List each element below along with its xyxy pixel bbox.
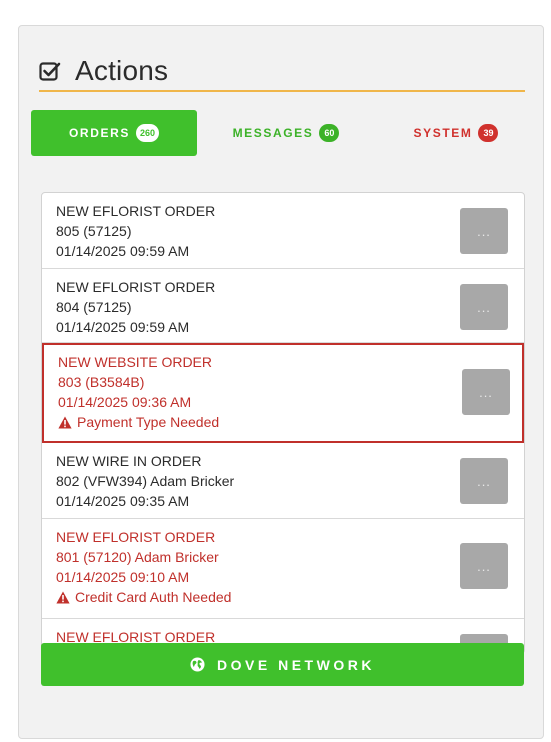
dove-network-button[interactable]: DOVE NETWORK [41, 643, 524, 686]
actions-panel: Actions ORDERS 260 MESSAGES 60 SYSTEM 39… [18, 25, 544, 739]
order-datetime: 01/14/2025 09:35 AM [56, 493, 190, 509]
order-row[interactable]: NEW EFLORIST ORDER 805 (57125) 01/14/202… [42, 193, 524, 269]
order-menu-button[interactable]: ... [460, 284, 508, 330]
tab-orders-count-badge: 260 [135, 124, 159, 142]
orders-list[interactable]: NEW EFLORIST ORDER 805 (57125) 01/14/202… [41, 192, 525, 654]
order-ref: 802 (VFW394) Adam Bricker [56, 473, 235, 489]
order-warning: Payment Type Needed [58, 412, 219, 432]
order-details: NEW EFLORIST ORDER 801 (57120) Adam Bric… [56, 527, 231, 607]
order-row[interactable]: NEW EFLORIST ORDER 804 (57125) 01/14/202… [42, 269, 524, 343]
order-title: NEW EFLORIST ORDER [56, 279, 216, 295]
order-details: NEW EFLORIST ORDER 804 (57125) 01/14/202… [56, 277, 215, 337]
action-tabs: ORDERS 260 MESSAGES 60 SYSTEM 39 [31, 110, 531, 156]
tab-orders[interactable]: ORDERS 260 [31, 110, 197, 156]
order-warning-text: Payment Type Needed [77, 414, 220, 430]
globe-icon [190, 657, 205, 672]
order-title: NEW EFLORIST ORDER [56, 203, 216, 219]
warning-icon [58, 416, 72, 428]
order-ref: 804 (57125) [56, 299, 132, 315]
order-menu-button[interactable]: ... [462, 369, 510, 415]
dove-network-label: DOVE NETWORK [217, 656, 375, 673]
order-ref: 803 (B3584B) [58, 374, 145, 390]
order-details: NEW EFLORIST ORDER 805 (57125) 01/14/202… [56, 201, 215, 261]
header-divider [39, 90, 525, 92]
warning-icon [56, 591, 70, 603]
tab-system[interactable]: SYSTEM 39 [381, 110, 531, 156]
panel-header: Actions [39, 54, 168, 88]
order-title: NEW EFLORIST ORDER [56, 529, 216, 545]
order-menu-button[interactable]: ... [460, 208, 508, 254]
tab-system-label: SYSTEM [413, 126, 473, 140]
order-menu-button[interactable]: ... [460, 543, 508, 589]
order-title: NEW WIRE IN ORDER [56, 453, 202, 469]
checkbox-checked-icon [39, 62, 61, 81]
order-row-selected[interactable]: NEW WEBSITE ORDER 803 (B3584B) 01/14/202… [42, 343, 524, 443]
tab-orders-label: ORDERS [69, 126, 130, 140]
tab-system-count-badge: 39 [478, 124, 499, 142]
order-warning-text: Credit Card Auth Needed [75, 589, 232, 605]
tab-messages-label: MESSAGES [232, 126, 314, 140]
order-details: NEW WIRE IN ORDER 802 (VFW394) Adam Bric… [56, 451, 234, 511]
order-ref: 801 (57120) Adam Bricker [56, 549, 219, 565]
order-menu-button[interactable]: ... [460, 458, 508, 504]
order-row[interactable]: NEW WIRE IN ORDER 802 (VFW394) Adam Bric… [42, 443, 524, 519]
order-row[interactable]: NEW EFLORIST ORDER 801 (57120) Adam Bric… [42, 519, 524, 619]
order-details: NEW WEBSITE ORDER 803 (B3584B) 01/14/202… [58, 352, 219, 432]
order-datetime: 01/14/2025 09:10 AM [56, 569, 190, 585]
order-warning: Credit Card Auth Needed [56, 587, 231, 607]
order-datetime: 01/14/2025 09:36 AM [58, 394, 192, 410]
page-title: Actions [75, 55, 169, 86]
tab-messages-count-badge: 60 [319, 124, 340, 142]
order-datetime: 01/14/2025 09:59 AM [56, 319, 190, 335]
order-title: NEW WEBSITE ORDER [58, 354, 213, 370]
tab-messages[interactable]: MESSAGES 60 [211, 110, 361, 156]
order-datetime: 01/14/2025 09:59 AM [56, 243, 190, 259]
order-ref: 805 (57125) [56, 223, 132, 239]
